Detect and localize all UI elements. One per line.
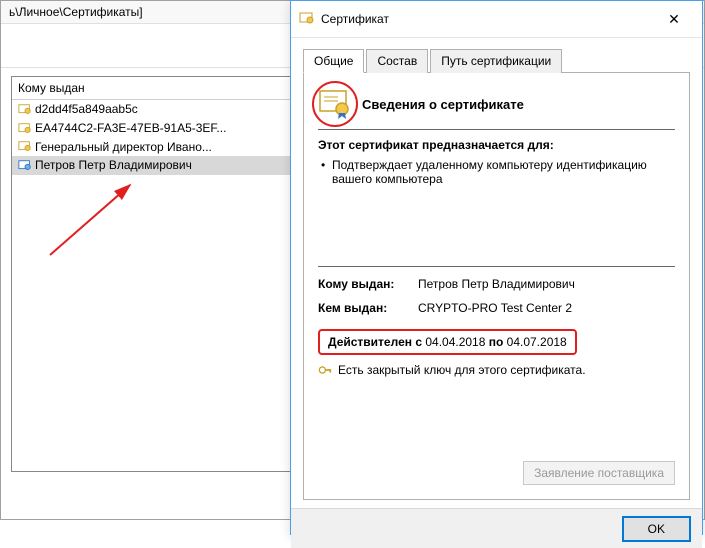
dialog-footer: OK: [291, 508, 702, 548]
issued-to-value: Петров Петр Владимирович: [418, 277, 675, 291]
validity-mid: по: [485, 335, 506, 349]
cell-issued-to: d2dd4f5a849aab5c: [35, 102, 138, 116]
close-button[interactable]: ✕: [654, 7, 694, 31]
certificate-icon: [18, 103, 32, 117]
tab-cert-path[interactable]: Путь сертификации: [430, 49, 562, 73]
issued-to-label: Кому выдан:: [318, 277, 418, 291]
private-key-text: Есть закрытый ключ для этого сертификата…: [338, 363, 586, 377]
certificate-icon: [18, 122, 32, 136]
tab-general[interactable]: Общие: [303, 49, 364, 73]
purpose-item: Подтверждает удаленному компьютеру идент…: [318, 158, 675, 186]
supplier-statement-button: Заявление поставщика: [523, 461, 675, 485]
dialog-titlebar[interactable]: Сертификат ✕: [291, 1, 702, 38]
cert-info-heading: Сведения о сертификате: [362, 97, 524, 112]
valid-from: 04.04.2018: [425, 335, 485, 349]
separator: [318, 266, 675, 267]
tabs: Общие Состав Путь сертификации: [303, 48, 690, 73]
issued-by-value: CRYPTO-PRO Test Center 2: [418, 301, 675, 315]
certificate-icon: [18, 140, 32, 154]
certificate-dialog: Сертификат ✕ Общие Состав Путь сертифика…: [290, 0, 703, 535]
validity-annotation-box: Действителен с 04.04.2018 по 04.07.2018: [318, 329, 577, 355]
close-icon: ✕: [668, 11, 680, 28]
validity-prefix: Действителен с: [328, 335, 425, 349]
cell-issued-to: Петров Петр Владимирович: [35, 158, 192, 172]
purpose-title: Этот сертификат предназначается для:: [318, 138, 675, 152]
certificate-large-icon: [318, 87, 352, 121]
cell-issued-to: Генеральный директор Ивано...: [35, 140, 212, 154]
key-icon: [318, 363, 332, 377]
cell-issued-to: EA4744C2-FA3E-47EB-91A5-3EF...: [35, 121, 226, 135]
dialog-title: Сертификат: [321, 12, 654, 26]
issued-by-label: Кем выдан:: [318, 301, 418, 315]
certificate-icon: [299, 11, 315, 27]
certificate-icon: [18, 159, 32, 173]
separator: [318, 129, 675, 130]
valid-to: 04.07.2018: [507, 335, 567, 349]
tab-content-general: Сведения о сертификате Этот сертификат п…: [303, 73, 690, 500]
tab-details[interactable]: Состав: [366, 49, 428, 73]
